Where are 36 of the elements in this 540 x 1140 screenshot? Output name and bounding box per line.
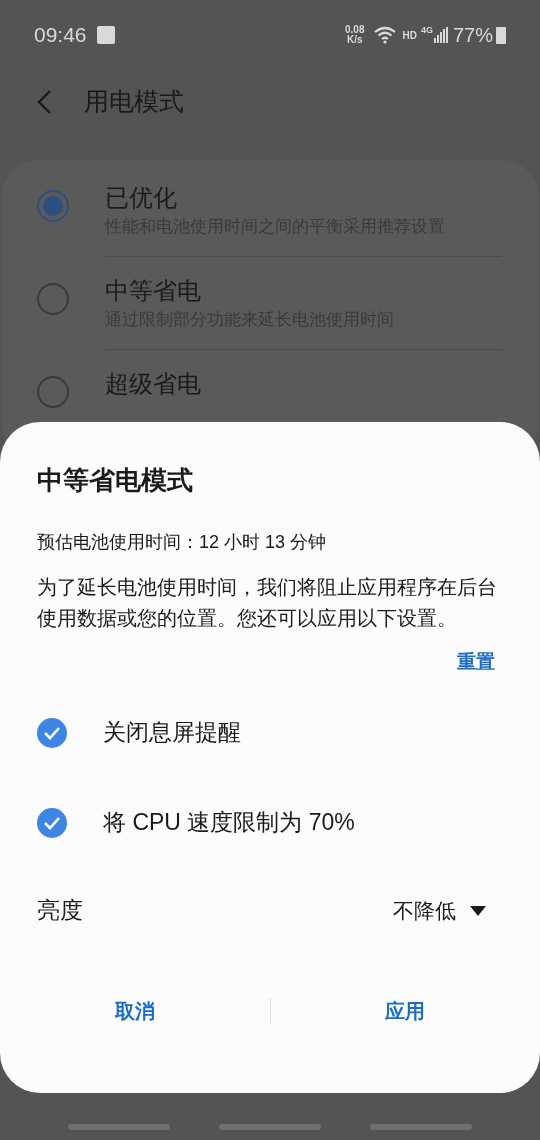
battery-percent: 77% bbox=[452, 23, 493, 48]
signal-icon bbox=[433, 27, 448, 43]
mode-title: 已优化 bbox=[105, 183, 178, 213]
radio-button[interactable] bbox=[37, 376, 69, 408]
checkbox[interactable] bbox=[37, 717, 67, 748]
check-icon bbox=[43, 725, 61, 740]
check-icon bbox=[43, 815, 61, 830]
brightness-label: 亮度 bbox=[37, 896, 83, 926]
back-icon[interactable] bbox=[36, 89, 52, 115]
speed-value: 0.08 bbox=[345, 25, 365, 35]
mode-title: 超级省电 bbox=[105, 369, 202, 399]
radio-button[interactable] bbox=[37, 283, 69, 315]
dropdown-caret-icon bbox=[470, 905, 486, 916]
brightness-dropdown[interactable]: 不降低 bbox=[393, 894, 503, 927]
option-label: 关闭息屏提醒 bbox=[103, 718, 241, 748]
speed-unit: K/s bbox=[347, 35, 363, 45]
home-nav-bar[interactable] bbox=[219, 1124, 321, 1130]
recents-nav-bar[interactable] bbox=[370, 1124, 472, 1130]
option-label: 将 CPU 速度限制为 70% bbox=[103, 808, 355, 838]
back-nav-bar[interactable] bbox=[68, 1124, 170, 1130]
dialog-button[interactable]: 应用 bbox=[270, 988, 540, 1033]
battery-estimate: 预估电池使用时间：12 小时 13 分钟 bbox=[37, 531, 328, 554]
dialog-title: 中等省电模式 bbox=[37, 464, 194, 497]
network-label: 4G bbox=[420, 24, 433, 37]
mode-title: 中等省电 bbox=[105, 276, 202, 306]
battery-icon bbox=[496, 26, 506, 44]
radio-button[interactable] bbox=[37, 190, 69, 222]
checkbox[interactable] bbox=[37, 807, 67, 838]
dialog-button[interactable]: 取消 bbox=[0, 988, 270, 1033]
reset-button[interactable]: 重置 bbox=[457, 648, 495, 677]
status-time: 09:46 bbox=[34, 22, 87, 49]
page-title: 用电模式 bbox=[84, 86, 184, 118]
gallery-icon bbox=[96, 26, 115, 44]
description-text: 为了延长电池使用时间，我们将阻止应用程序在后台使用数据或您的位置。您还可以应用以下设置。 bbox=[37, 575, 498, 631]
wifi-icon bbox=[372, 25, 397, 45]
hd-label: HD bbox=[402, 28, 417, 43]
